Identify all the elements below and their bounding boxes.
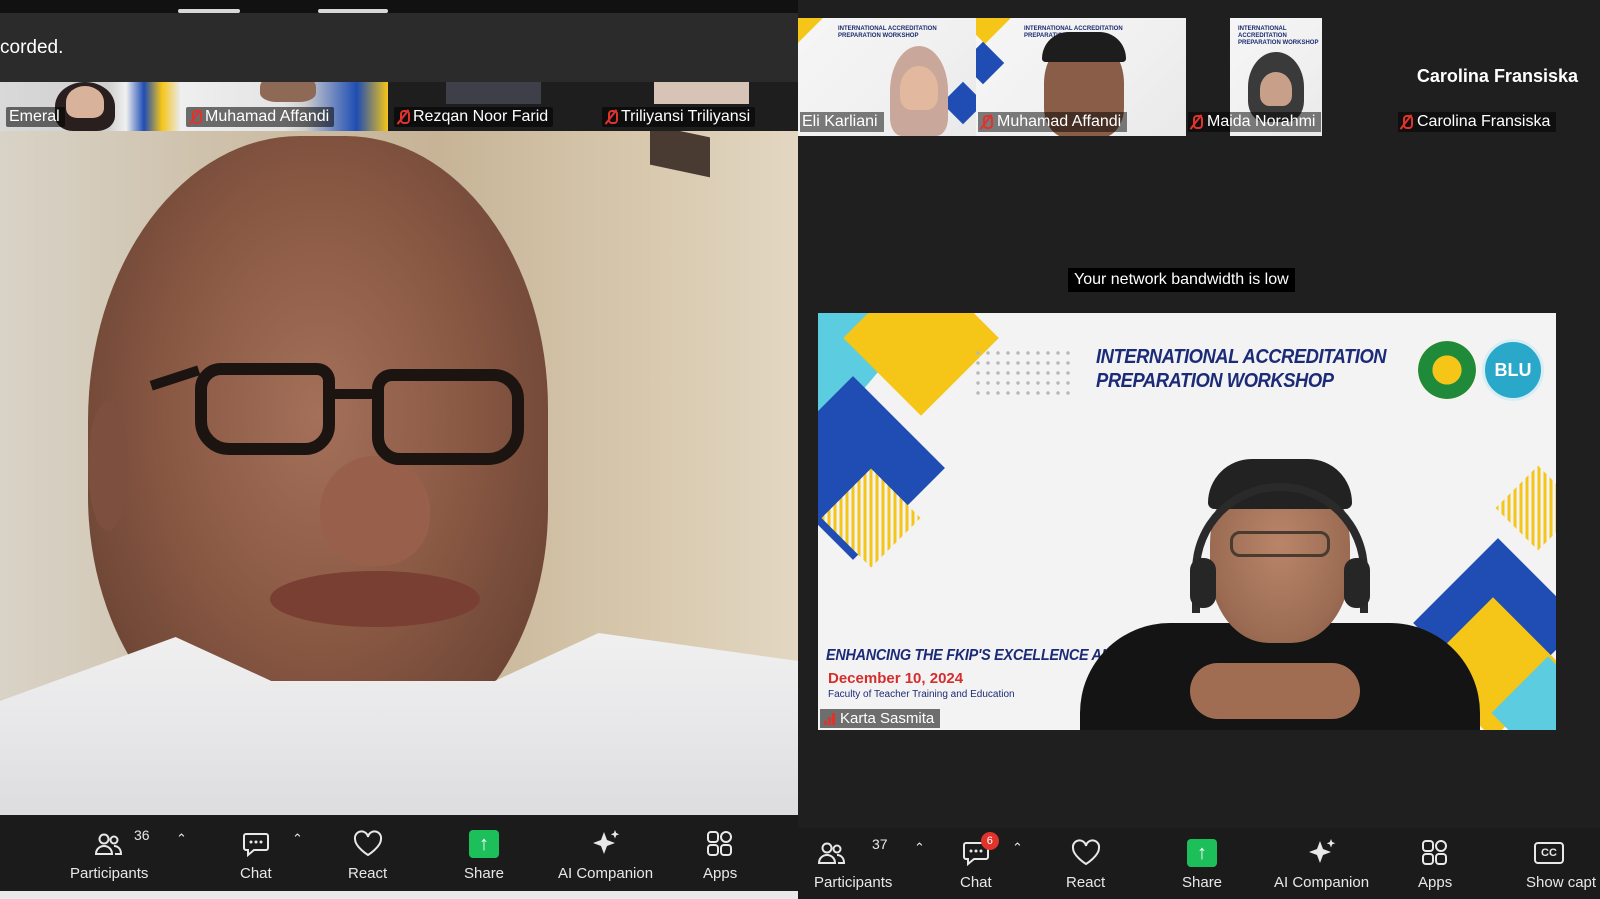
- share-button[interactable]: ↑ Share: [464, 829, 504, 882]
- main-speaker-video: [0, 131, 798, 815]
- show-captions-button[interactable]: CC Show capt: [1526, 838, 1596, 891]
- apps-button[interactable]: Apps: [1418, 838, 1452, 891]
- heart-icon: [353, 829, 383, 859]
- mic-muted-icon: [397, 109, 410, 125]
- screenshot-root: corded. Emeral Muhamad Affandi Rezqan No…: [0, 0, 1600, 899]
- share-arrow-icon: ↑: [469, 830, 500, 858]
- chat-button[interactable]: 6 Chat: [960, 832, 999, 891]
- participants-count: 37: [872, 836, 888, 852]
- participant-tile[interactable]: Muhamad Affandi: [180, 82, 388, 131]
- eyeglasses: [195, 363, 335, 455]
- participant-tile[interactable]: INTERNATIONAL ACCREDITATIONPREPARATION W…: [976, 18, 1186, 136]
- thumbnail-strip[interactable]: Emeral Muhamad Affandi Rezqan Noor Farid…: [0, 82, 798, 131]
- apps-button[interactable]: Apps: [703, 829, 737, 882]
- heart-icon: [1071, 838, 1101, 868]
- chat-caret-icon[interactable]: ⌃: [1012, 840, 1023, 856]
- mic-muted-icon: [605, 109, 618, 125]
- chat-icon: [241, 829, 271, 859]
- sparkle-icon: [591, 829, 621, 859]
- chat-unread-badge: 6: [980, 832, 999, 850]
- participant-tile[interactable]: Triliyansi Triliyansi: [596, 82, 798, 131]
- share-arrow-icon: ↑: [1187, 839, 1218, 867]
- network-notice: Your network bandwidth is low: [1068, 268, 1295, 292]
- participant-name: Maida Norahmi: [1188, 112, 1322, 132]
- participant-tile[interactable]: Rezqan Noor Farid: [388, 82, 596, 131]
- active-speaker-video: INTERNATIONAL ACCREDITATION PREPARATION …: [818, 313, 1556, 730]
- apps-icon: [1420, 838, 1450, 868]
- meeting-toolbar: Participants 36 ⌃ Chat ⌃ React ↑ Share A…: [0, 815, 798, 891]
- react-button[interactable]: React: [1066, 838, 1105, 891]
- mic-muted-icon: [189, 109, 202, 125]
- react-button[interactable]: React: [348, 829, 387, 882]
- participant-name: Eli Karliani: [800, 112, 884, 132]
- blu-logo-icon: BLU: [1482, 339, 1544, 401]
- top-progress-bar: [0, 0, 798, 13]
- mic-muted-icon: [1400, 114, 1413, 130]
- chat-caret-icon[interactable]: ⌃: [292, 831, 303, 847]
- participant-tile[interactable]: Emeral: [0, 82, 180, 131]
- participants-icon: [94, 829, 124, 859]
- participants-caret-icon[interactable]: ⌃: [914, 840, 925, 856]
- slide-faculty: Faculty of Teacher Training and Educatio…: [828, 689, 1015, 700]
- participant-name: Muhamad Affandi: [978, 112, 1128, 132]
- participant-name: Rezqan Noor Farid: [394, 107, 554, 127]
- mic-muted-icon: [980, 114, 993, 130]
- participants-caret-icon[interactable]: ⌃: [176, 831, 187, 847]
- signal-strength-icon: [824, 712, 835, 725]
- share-button[interactable]: ↑ Share: [1182, 838, 1222, 891]
- participant-name: Carolina Fransiska: [1398, 112, 1557, 132]
- slide-title: INTERNATIONAL ACCREDITATION PREPARATION …: [1096, 346, 1387, 392]
- participants-count: 36: [134, 827, 150, 843]
- recording-banner: corded.: [0, 13, 798, 83]
- slide-date: December 10, 2024: [828, 670, 964, 687]
- participant-tile[interactable]: INTERNATIONAL ACCREDITATIONPREPARATION W…: [798, 18, 976, 136]
- right-meeting-window: INTERNATIONAL ACCREDITATION PREPARATION W…: [798, 0, 1600, 899]
- university-logo-icon: [1418, 341, 1476, 399]
- ai-companion-button[interactable]: AI Companion: [558, 829, 653, 882]
- recording-banner-text: corded.: [0, 37, 64, 58]
- participant-tile[interactable]: INTERNATIONAL ACCREDITATIONPREPARATION W…: [1186, 18, 1396, 136]
- slide-subtitle: ENHANCING THE FKIP'S EXCELLENCE AI: [826, 647, 1106, 664]
- participant-name: Triliyansi Triliyansi: [602, 107, 756, 127]
- participants-icon: [817, 838, 847, 868]
- participant-name: Emeral: [6, 107, 65, 127]
- participant-video-off-name: Carolina Fransiska: [1416, 66, 1578, 86]
- closed-captions-icon: CC: [1534, 838, 1564, 868]
- left-meeting-window: corded. Emeral Muhamad Affandi Rezqan No…: [0, 0, 798, 899]
- participant-name: Muhamad Affandi: [186, 107, 335, 127]
- sparkle-icon: [1307, 838, 1337, 868]
- mic-muted-icon: [1190, 114, 1203, 130]
- chat-icon: 6: [961, 832, 999, 868]
- chat-button[interactable]: Chat: [240, 829, 272, 882]
- meeting-toolbar: Participants 37 ⌃ 6 Chat ⌃ React ↑ Share…: [798, 828, 1600, 899]
- ai-companion-button[interactable]: AI Companion: [1274, 838, 1369, 891]
- speaker-person: [1080, 459, 1480, 730]
- speaker-name-label: Karta Sasmita: [820, 709, 941, 728]
- apps-icon: [705, 829, 735, 859]
